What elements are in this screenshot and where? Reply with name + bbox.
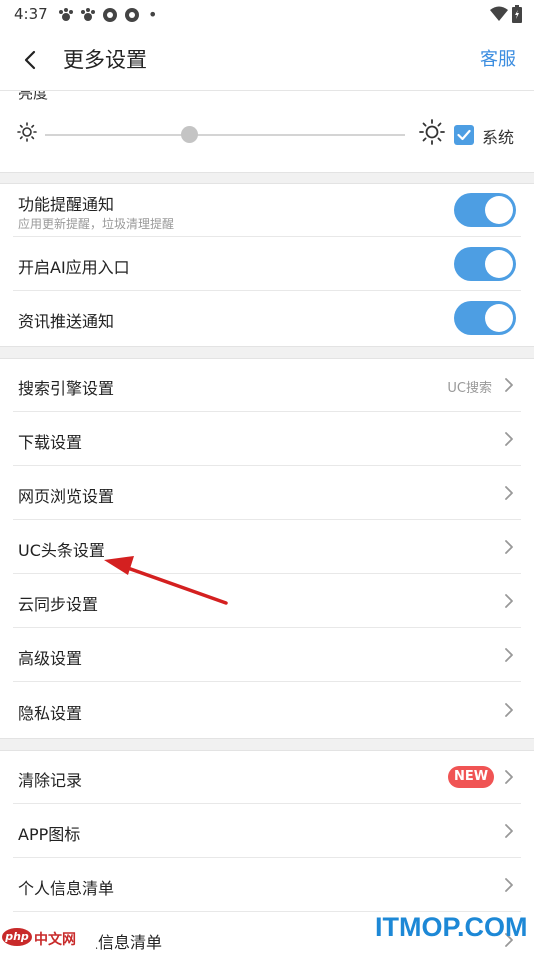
chevron-right-icon [505,486,513,500]
personal-info-list-row[interactable]: 个人信息清单 [0,858,534,912]
clear-records-row[interactable]: 清除记录 NEW [0,750,534,804]
paw-icon [59,7,73,21]
app-icon-row[interactable]: APP图标 [0,804,534,858]
cloud-sync-settings-row[interactable]: 云同步设置 [0,574,534,628]
search-engine-settings-row[interactable]: 搜索引擎设置 UC搜索 [0,358,534,412]
toggle-knob [485,196,513,224]
new-badge: NEW [448,766,494,788]
brightness-slider-thumb[interactable] [180,126,198,143]
privacy-settings-row[interactable]: 隐私设置 [0,682,534,737]
clear-records-title: 清除记录 [18,771,83,790]
system-brightness-label: 系统 [482,128,515,147]
ai-entry-title: 开启AI应用入口 [18,258,130,277]
download-settings-row[interactable]: 下载设置 [0,412,534,466]
download-settings-title: 下载设置 [18,433,83,452]
chevron-right-icon [505,432,513,446]
browsing-settings-title: 网页浏览设置 [18,487,115,506]
chevron-right-icon [505,878,513,892]
app-icon-title: APP图标 [18,825,81,844]
chevron-right-icon [505,770,513,784]
php-logo: php [2,928,32,946]
aperture-icon [125,7,139,22]
personal-info-list-title: 个人信息清单 [18,879,115,898]
privacy-settings-title: 隐私设置 [18,704,83,723]
chevron-right-icon [505,378,513,392]
page-title: 更多设置 [63,48,147,72]
chevron-right-icon [505,594,513,608]
cloud-sync-settings-title: 云同步设置 [18,595,99,614]
brightness-slider[interactable] [45,134,405,136]
check-icon [457,129,471,141]
brightness-label: 亮度 [18,90,49,102]
toggle-knob [485,250,513,278]
advanced-settings-row[interactable]: 高级设置 [0,628,534,682]
status-bar: 4:37 • [0,0,534,30]
news-push-toggle[interactable] [454,301,516,335]
advanced-settings-title: 高级设置 [18,649,83,668]
php-watermark: php 中文网 [0,926,96,950]
more-notifications-dot: • [148,5,158,24]
uc-headline-settings-row[interactable]: UC头条设置 [0,520,534,574]
battery-icon [512,5,522,23]
brightness-section: 亮度 系统 [0,90,534,173]
system-status [490,5,522,23]
back-button[interactable] [14,44,46,76]
aperture-icon [103,7,117,22]
brightness-high-icon [419,119,445,145]
system-brightness-checkbox[interactable] [454,125,474,145]
app-header: 更多设置 客服 [0,30,534,90]
toggle-knob [485,304,513,332]
chevron-right-icon [505,648,513,662]
function-reminder-subtitle: 应用更新提醒，垃圾清理提醒 [18,217,175,231]
search-engine-settings-title: 搜索引擎设置 [18,379,115,398]
brightness-low-icon [17,122,37,142]
itmop-watermark: ITMOP.COM [375,912,528,942]
notification-icons: • [58,5,157,24]
ai-entry-row[interactable]: 开启AI应用入口 [0,237,534,291]
news-push-row[interactable]: 资讯推送通知 [0,291,534,345]
paw-icon [81,7,95,21]
function-reminder-toggle[interactable] [454,193,516,227]
function-reminder-row[interactable]: 功能提醒通知 应用更新提醒，垃圾清理提醒 [0,183,534,237]
function-reminder-title: 功能提醒通知 [18,195,115,214]
uc-headline-settings-title: UC头条设置 [18,541,105,560]
customer-service-link[interactable]: 客服 [480,46,516,74]
status-time: 4:37 [14,5,48,23]
search-engine-value: UC搜索 [447,381,492,396]
php-watermark-text: 中文网 [34,932,76,948]
news-push-title: 资讯推送通知 [18,312,115,331]
back-arrow-icon [24,50,36,70]
chevron-right-icon [505,540,513,554]
chevron-right-icon [505,703,513,717]
wifi-icon [490,6,508,21]
ai-entry-toggle[interactable] [454,247,516,281]
browsing-settings-row[interactable]: 网页浏览设置 [0,466,534,520]
chevron-right-icon [505,824,513,838]
